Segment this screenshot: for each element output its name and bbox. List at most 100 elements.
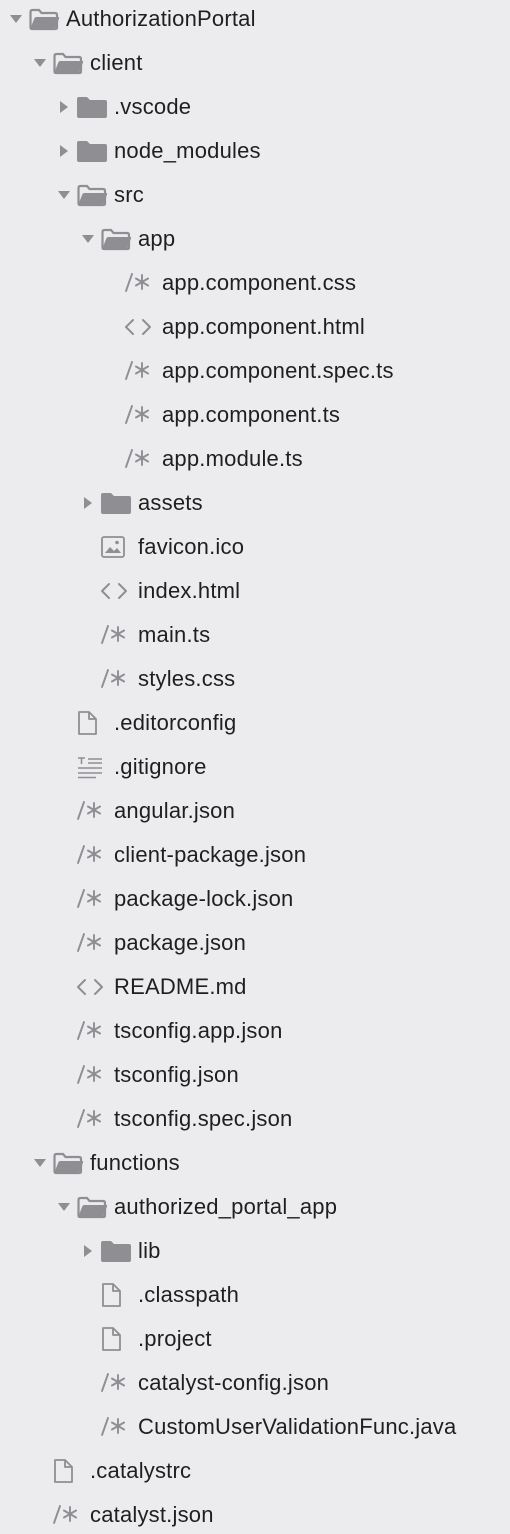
tree-file-tsconfig-spec-json[interactable]: tsconfig.spec.json xyxy=(0,1097,510,1141)
tree-file-tsconfig-json[interactable]: tsconfig.json xyxy=(0,1053,510,1097)
tree-item-label: src xyxy=(114,182,144,207)
tree-item-label: .project xyxy=(138,1326,212,1351)
arrow-spacer xyxy=(52,965,76,1009)
tree-item-label: tsconfig.spec.json xyxy=(114,1106,293,1131)
tree-file-package-json[interactable]: package.json xyxy=(0,921,510,965)
arrow-spacer xyxy=(52,833,76,877)
tree-file-customuservalidationfunc-java[interactable]: CustomUserValidationFunc.java xyxy=(0,1405,510,1449)
tree-folder-assets[interactable]: assets xyxy=(0,481,510,525)
folder-icon xyxy=(100,1229,138,1273)
tree-item-label: authorized_portal_app xyxy=(114,1194,338,1219)
arrow-spacer xyxy=(52,745,76,789)
comment-code-icon xyxy=(100,1361,138,1405)
tree-file-favicon-ico[interactable]: favicon.ico xyxy=(0,525,510,569)
folder-open-icon xyxy=(52,1141,90,1185)
folder-icon xyxy=(100,481,138,525)
comment-code-icon xyxy=(52,1493,90,1534)
tree-file-readme-md[interactable]: README.md xyxy=(0,965,510,1009)
tree-item-label: package-lock.json xyxy=(114,886,294,911)
comment-code-icon xyxy=(124,437,162,481)
image-icon xyxy=(100,525,138,569)
tree-file-gitignore[interactable]: .gitignore xyxy=(0,745,510,789)
tree-item-label: catalyst-config.json xyxy=(138,1370,330,1395)
disclosure-collapsed-icon[interactable] xyxy=(76,481,100,525)
disclosure-expanded-icon[interactable] xyxy=(28,41,52,85)
comment-code-icon xyxy=(124,349,162,393)
disclosure-expanded-icon[interactable] xyxy=(28,1141,52,1185)
tree-file-package-lock-json[interactable]: package-lock.json xyxy=(0,877,510,921)
tree-folder-src[interactable]: src xyxy=(0,173,510,217)
tree-file-editorconfig[interactable]: .editorconfig xyxy=(0,701,510,745)
disclosure-expanded-icon[interactable] xyxy=(52,1185,76,1229)
tree-file-angular-json[interactable]: angular.json xyxy=(0,789,510,833)
comment-code-icon xyxy=(76,833,114,877)
arrow-spacer xyxy=(76,1405,100,1449)
tree-file-tsconfig-app-json[interactable]: tsconfig.app.json xyxy=(0,1009,510,1053)
document-icon xyxy=(76,701,114,745)
disclosure-collapsed-icon[interactable] xyxy=(52,85,76,129)
tree-file-app-component-css[interactable]: app.component.css xyxy=(0,261,510,305)
comment-code-icon xyxy=(124,393,162,437)
tree-file-app-component-html[interactable]: app.component.html xyxy=(0,305,510,349)
tree-item-label: app xyxy=(138,226,176,251)
tree-item-label: AuthorizationPortal xyxy=(66,6,256,31)
tree-item-label: assets xyxy=(138,490,203,515)
disclosure-expanded-icon[interactable] xyxy=(76,217,100,261)
folder-open-icon xyxy=(52,41,90,85)
arrow-spacer xyxy=(100,393,124,437)
tree-folder-vscode[interactable]: .vscode xyxy=(0,85,510,129)
tree-file-app-component-ts[interactable]: app.component.ts xyxy=(0,393,510,437)
arrow-spacer xyxy=(100,437,124,481)
tree-folder-app[interactable]: app xyxy=(0,217,510,261)
arrow-spacer xyxy=(52,789,76,833)
disclosure-collapsed-icon[interactable] xyxy=(52,129,76,173)
disclosure-collapsed-icon[interactable] xyxy=(76,1229,100,1273)
tree-file-catalyst-config-json[interactable]: catalyst-config.json xyxy=(0,1361,510,1405)
tree-file-project[interactable]: .project xyxy=(0,1317,510,1361)
tree-item-label: app.component.ts xyxy=(162,402,341,427)
tree-file-catalystrc[interactable]: .catalystrc xyxy=(0,1449,510,1493)
tree-file-catalyst-json[interactable]: catalyst.json xyxy=(0,1493,510,1534)
tree-folder-authorizationportal[interactable]: AuthorizationPortal xyxy=(0,0,510,41)
tree-file-app-component-spec-ts[interactable]: app.component.spec.ts xyxy=(0,349,510,393)
tree-file-app-module-ts[interactable]: app.module.ts xyxy=(0,437,510,481)
tree-file-main-ts[interactable]: main.ts xyxy=(0,613,510,657)
tree-folder-client[interactable]: client xyxy=(0,41,510,85)
angle-brackets-icon xyxy=(76,965,114,1009)
comment-code-icon xyxy=(76,1009,114,1053)
disclosure-expanded-icon[interactable] xyxy=(52,173,76,217)
tree-item-label: .classpath xyxy=(138,1282,240,1307)
file-tree: AuthorizationPortal client .vscode node_mod… xyxy=(0,0,510,1534)
comment-code-icon xyxy=(76,1097,114,1141)
tree-file-styles-css[interactable]: styles.css xyxy=(0,657,510,701)
tree-item-label: README.md xyxy=(114,974,247,999)
tree-folder-functions[interactable]: functions xyxy=(0,1141,510,1185)
tree-folder-node-modules[interactable]: node_modules xyxy=(0,129,510,173)
tree-folder-lib[interactable]: lib xyxy=(0,1229,510,1273)
folder-icon xyxy=(76,129,114,173)
disclosure-expanded-icon[interactable] xyxy=(4,0,28,41)
arrow-spacer xyxy=(76,1317,100,1361)
tree-item-label: .catalystrc xyxy=(90,1458,192,1483)
tree-item-label: app.component.spec.ts xyxy=(162,358,394,383)
tree-folder-authorized-portal-app[interactable]: authorized_portal_app xyxy=(0,1185,510,1229)
comment-code-icon xyxy=(124,261,162,305)
comment-code-icon xyxy=(76,1053,114,1097)
arrow-spacer xyxy=(76,569,100,613)
arrow-spacer xyxy=(52,1097,76,1141)
tree-item-label: app.component.html xyxy=(162,314,365,339)
tree-item-label: .gitignore xyxy=(114,754,207,779)
arrow-spacer xyxy=(52,1053,76,1097)
tree-item-label: index.html xyxy=(138,578,241,603)
tree-item-label: functions xyxy=(90,1150,180,1175)
folder-open-icon xyxy=(100,217,138,261)
tree-file-index-html[interactable]: index.html xyxy=(0,569,510,613)
comment-code-icon xyxy=(100,613,138,657)
tree-file-client-package-json[interactable]: client-package.json xyxy=(0,833,510,877)
tree-file-classpath[interactable]: .classpath xyxy=(0,1273,510,1317)
tree-item-label: tsconfig.app.json xyxy=(114,1018,283,1043)
tree-item-label: client xyxy=(90,50,143,75)
tree-item-label: favicon.ico xyxy=(138,534,245,559)
folder-open-icon xyxy=(76,1185,114,1229)
tree-item-label: angular.json xyxy=(114,798,236,823)
